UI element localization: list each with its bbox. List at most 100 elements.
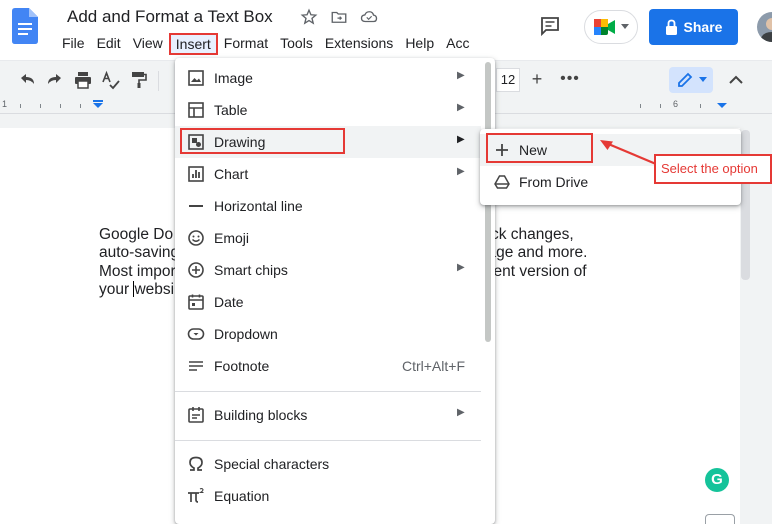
- menu-item-label: Chart: [214, 166, 249, 182]
- ruler-tick: [40, 104, 41, 108]
- account-avatar[interactable]: [757, 12, 772, 42]
- date-icon: [188, 294, 204, 310]
- hide-menus-chevron-up-icon[interactable]: [726, 70, 746, 90]
- ruler-tick: [660, 104, 661, 108]
- share-label: Share: [683, 19, 723, 35]
- emoji-icon: [188, 230, 204, 246]
- image-icon: [188, 70, 204, 86]
- submenu-arrow-icon: ▶: [457, 70, 465, 81]
- smart-chips-icon: [188, 262, 204, 278]
- building-blocks-icon: [188, 407, 204, 423]
- ruler-tick: [700, 104, 701, 108]
- ruler-number: 6: [673, 99, 679, 109]
- annotation-arrow-icon: [600, 140, 657, 166]
- star-icon[interactable]: [300, 8, 318, 26]
- menu-tools[interactable]: Tools: [274, 33, 319, 55]
- menu-item-special-characters[interactable]: Special characters: [175, 448, 481, 480]
- menu-item-label: Equation: [214, 488, 270, 504]
- more-options-button[interactable]: •••: [558, 68, 582, 92]
- menu-item-equation[interactable]: Equation: [175, 480, 481, 512]
- menu-insert[interactable]: Insert: [168, 33, 218, 55]
- ruler-tick: [60, 104, 61, 108]
- menu-item-label: Building blocks: [214, 407, 308, 423]
- menu-item-image[interactable]: Image ▶: [175, 62, 481, 94]
- menu-format[interactable]: Format: [218, 33, 274, 55]
- pi-icon: [188, 488, 204, 503]
- pencil-icon: [678, 72, 693, 87]
- editing-mode-button[interactable]: [669, 67, 713, 93]
- menu-item-smart-chips[interactable]: Smart chips ▶: [175, 254, 481, 286]
- menu-item-footnote[interactable]: Footnote Ctrl+Alt+F: [175, 350, 481, 382]
- ruler-number: 1: [2, 99, 8, 109]
- right-indent-marker-icon[interactable]: [717, 100, 727, 108]
- menu-item-label: Date: [214, 294, 244, 310]
- lock-icon: [665, 19, 677, 35]
- menu-item-label: Horizontal line: [214, 198, 303, 214]
- menu-item-label: Special characters: [214, 456, 330, 472]
- print-icon[interactable]: [73, 70, 93, 90]
- top-bar: Add and Format a Text Box File Edit View…: [0, 0, 772, 60]
- menu-accessibility[interactable]: Acc: [440, 33, 475, 55]
- left-indent-marker-icon[interactable]: [93, 100, 103, 108]
- menu-divider: [175, 391, 481, 392]
- redo-icon[interactable]: [45, 70, 65, 90]
- annotation-callout: Select the option: [654, 154, 772, 184]
- font-size-input[interactable]: 12: [496, 68, 520, 92]
- menu-help[interactable]: Help: [399, 33, 440, 55]
- spellcheck-icon[interactable]: [101, 70, 121, 90]
- submenu-arrow-icon: ▶: [457, 166, 465, 177]
- explore-button[interactable]: [705, 514, 735, 524]
- undo-icon[interactable]: [17, 70, 37, 90]
- menu-bar: File Edit View Insert Format Tools Exten…: [56, 33, 475, 55]
- footnote-icon: [189, 361, 203, 371]
- menu-item-date[interactable]: Date: [175, 286, 481, 318]
- ruler-tick: [640, 104, 641, 108]
- cloud-saved-icon[interactable]: [360, 8, 378, 26]
- menu-item-chart[interactable]: Chart ▶: [175, 158, 481, 190]
- horizontal-line-icon: [189, 205, 203, 207]
- menu-extensions[interactable]: Extensions: [319, 33, 399, 55]
- omega-icon: [189, 456, 203, 471]
- menu-item-label: Image: [214, 70, 253, 86]
- toolbar-separator: [158, 71, 159, 91]
- document-title[interactable]: Add and Format a Text Box: [67, 7, 273, 27]
- menu-item-label: Table: [214, 102, 248, 118]
- menu-item-label: Emoji: [214, 230, 250, 246]
- google-docs-logo-icon[interactable]: [12, 8, 38, 44]
- share-button[interactable]: Share: [649, 9, 738, 45]
- increase-font-size-button[interactable]: +: [525, 68, 549, 92]
- vertical-scrollbar[interactable]: [741, 130, 750, 280]
- menu-item-dropdown[interactable]: Dropdown: [175, 318, 481, 350]
- text-cursor: [133, 280, 135, 297]
- chevron-down-icon: [699, 77, 707, 82]
- paint-format-icon[interactable]: [129, 70, 149, 90]
- menu-file[interactable]: File: [56, 33, 91, 55]
- drawing-highlight-annotation: [180, 128, 345, 154]
- submenu-item-label: From Drive: [519, 174, 589, 190]
- menu-item-label: Footnote: [214, 358, 270, 374]
- menu-item-table[interactable]: Table ▶: [175, 94, 481, 126]
- grammarly-icon[interactable]: G: [705, 468, 729, 492]
- ruler-tick: [20, 104, 21, 108]
- submenu-arrow-icon: ▶: [457, 102, 465, 113]
- submenu-arrow-icon: ▶: [457, 134, 465, 145]
- doc-line-text: your websi: [99, 280, 175, 298]
- menu-view[interactable]: View: [127, 33, 169, 55]
- dropdown-icon: [187, 328, 205, 340]
- new-highlight-annotation: [486, 133, 593, 163]
- menu-item-horizontal-line[interactable]: Horizontal line: [175, 190, 481, 222]
- comment-history-icon[interactable]: [538, 14, 562, 38]
- move-to-folder-icon[interactable]: [330, 8, 348, 26]
- table-icon: [188, 102, 204, 118]
- submenu-arrow-icon: ▶: [457, 262, 465, 273]
- menu-item-shortcut: Ctrl+Alt+F: [401, 358, 465, 374]
- menu-item-emoji[interactable]: Emoji: [175, 222, 481, 254]
- menu-divider: [175, 440, 481, 441]
- submenu-arrow-icon: ▶: [457, 407, 465, 418]
- insert-menu: Image ▶ Table ▶ Drawing ▶ Chart ▶ Horizo…: [175, 58, 495, 524]
- menu-item-label: Smart chips: [214, 262, 288, 278]
- menu-edit[interactable]: Edit: [91, 33, 127, 55]
- meet-button[interactable]: [584, 10, 638, 44]
- menu-item-building-blocks[interactable]: Building blocks ▶: [175, 399, 481, 431]
- drive-icon: [494, 175, 510, 189]
